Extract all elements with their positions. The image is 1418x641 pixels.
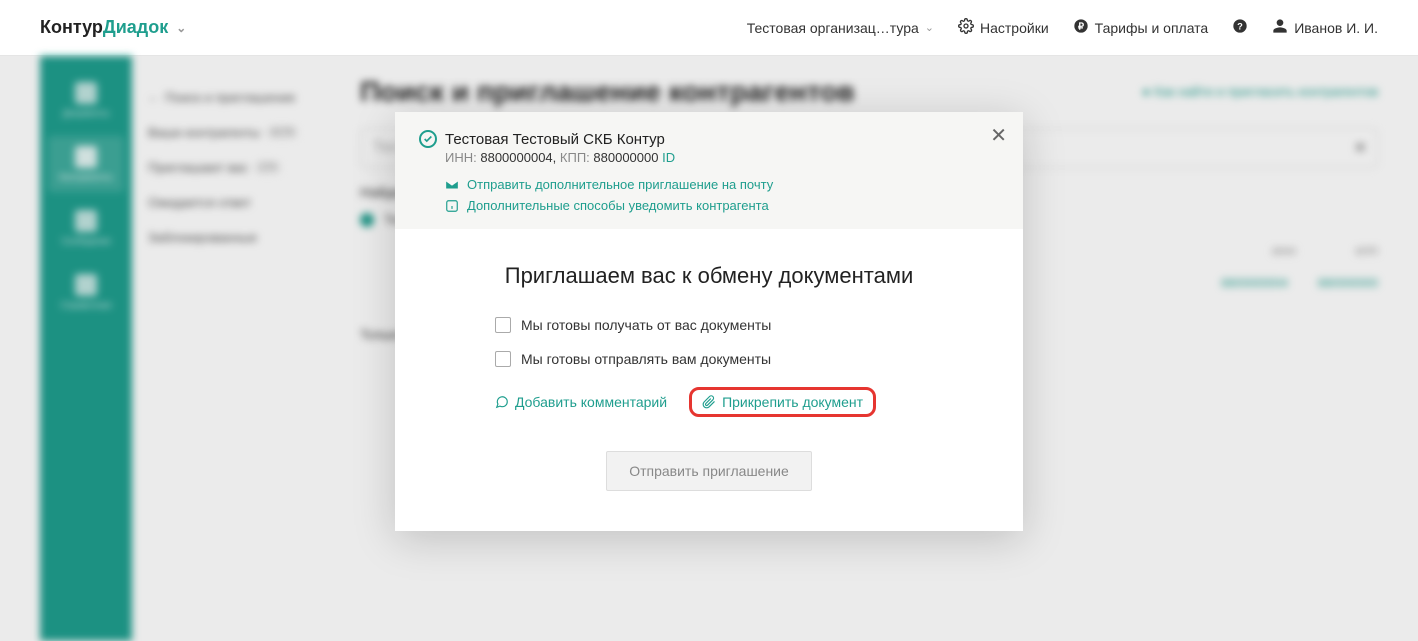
help-icon: ? (1232, 18, 1248, 37)
info-icon (445, 199, 459, 213)
svg-text:₽: ₽ (1078, 21, 1084, 31)
modal-overlay: ✕ Тестовая Тестовый СКБ Контур ИНН: 8800… (0, 56, 1418, 641)
checkbox-receive[interactable] (495, 317, 511, 333)
org-name: Тестовая Тестовый СКБ Контур (445, 131, 665, 148)
add-comment-label: Добавить комментарий (515, 394, 667, 410)
id-link[interactable]: ID (662, 150, 675, 165)
additional-notify-link[interactable]: Дополнительные способы уведомить контраг… (445, 198, 999, 213)
paperclip-icon (702, 395, 716, 409)
checkbox-receive-row: Мы готовы получать от вас документы (495, 317, 923, 333)
svg-text:?: ? (1237, 21, 1243, 31)
checkbox-send[interactable] (495, 351, 511, 367)
send-email-label: Отправить дополнительное приглашение на … (467, 177, 773, 192)
help-button[interactable]: ? (1232, 18, 1248, 37)
settings-label: Настройки (980, 20, 1049, 36)
kpp-value: 880000000 (593, 150, 658, 165)
settings-link[interactable]: Настройки (958, 18, 1049, 37)
chevron-down-icon: ⌄ (925, 21, 934, 34)
add-comment-link[interactable]: Добавить комментарий (495, 394, 667, 410)
user-menu[interactable]: Иванов И. И. (1272, 18, 1378, 37)
checkbox-send-row: Мы готовы отправлять вам документы (495, 351, 923, 367)
modal-title: Приглашаем вас к обмену документами (495, 263, 923, 289)
ruble-icon: ₽ (1073, 18, 1089, 37)
gear-icon (958, 18, 974, 37)
inn-value: 8800000004, (480, 150, 556, 165)
logo[interactable]: Контур Диадок ⌄ (40, 17, 186, 38)
check-circle-icon (419, 130, 437, 148)
attach-document-link[interactable]: Прикрепить документ (702, 394, 863, 410)
additional-notify-label: Дополнительные способы уведомить контраг… (467, 198, 769, 213)
chevron-down-icon[interactable]: ⌄ (176, 21, 186, 35)
comment-icon (495, 395, 509, 409)
highlight-frame: Прикрепить документ (689, 387, 876, 417)
org-details: ИНН: 8800000004, КПП: 880000000 ID (445, 150, 999, 165)
org-selector-label: Тестовая организац…тура (747, 20, 919, 36)
logo-kontur: Контур (40, 17, 103, 38)
invite-modal: ✕ Тестовая Тестовый СКБ Контур ИНН: 8800… (395, 112, 1023, 531)
mail-icon (445, 178, 459, 192)
user-label: Иванов И. И. (1294, 20, 1378, 36)
send-invite-button[interactable]: Отправить приглашение (606, 451, 812, 491)
app-header: Контур Диадок ⌄ Тестовая организац…тура … (0, 0, 1418, 56)
org-selector[interactable]: Тестовая организац…тура ⌄ (747, 20, 934, 36)
modal-body: Приглашаем вас к обмену документами Мы г… (395, 229, 1023, 531)
tariffs-link[interactable]: ₽ Тарифы и оплата (1073, 18, 1209, 37)
close-button[interactable]: ✕ (990, 126, 1007, 146)
kpp-label: КПП: (560, 150, 590, 165)
checkbox-send-label: Мы готовы отправлять вам документы (521, 351, 771, 367)
send-email-invite-link[interactable]: Отправить дополнительное приглашение на … (445, 177, 999, 192)
attach-document-label: Прикрепить документ (722, 394, 863, 410)
modal-header: ✕ Тестовая Тестовый СКБ Контур ИНН: 8800… (395, 112, 1023, 229)
tariffs-label: Тарифы и оплата (1095, 20, 1209, 36)
checkbox-receive-label: Мы готовы получать от вас документы (521, 317, 771, 333)
inn-label: ИНН: (445, 150, 477, 165)
logo-diadoc: Диадок (103, 17, 168, 38)
user-icon (1272, 18, 1288, 37)
